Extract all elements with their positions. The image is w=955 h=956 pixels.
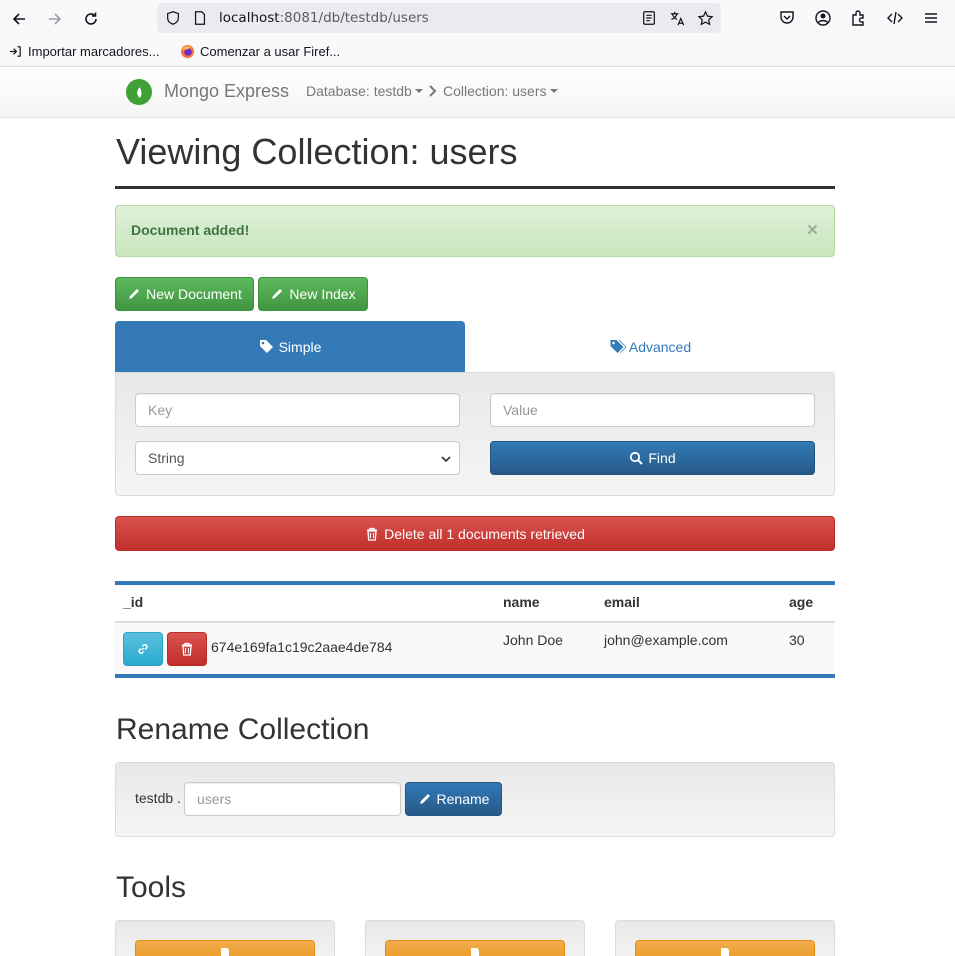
rename-db-prefix: testdb .: [135, 790, 181, 806]
table-top-border: [115, 581, 835, 585]
title-divider: [115, 186, 835, 189]
import-icon: [9, 46, 21, 57]
new-document-button[interactable]: New Document: [115, 277, 254, 311]
menu-icon[interactable]: [921, 8, 941, 28]
pocket-icon[interactable]: [777, 8, 797, 28]
bookmarks-bar: Importar marcadores... Comenzar a usar F…: [0, 37, 955, 67]
trash-icon: [367, 527, 378, 541]
cell-name[interactable]: John Doe: [503, 632, 563, 648]
devtools-icon[interactable]: [885, 8, 905, 28]
caret-down-icon: [549, 89, 558, 93]
column-header-name[interactable]: name: [503, 594, 540, 610]
tag-icon: [259, 340, 273, 353]
rename-input[interactable]: [184, 782, 401, 816]
close-icon[interactable]: ×: [807, 221, 818, 240]
shield-icon[interactable]: [164, 9, 182, 27]
column-header-id[interactable]: _id: [123, 594, 143, 610]
rename-section-title: Rename Collection: [116, 713, 370, 746]
column-header-age[interactable]: age: [789, 594, 813, 610]
alert-message: Document added!: [131, 222, 250, 238]
bookmark-import[interactable]: Importar marcadores...: [8, 44, 160, 59]
find-button[interactable]: Find: [490, 441, 815, 475]
back-arrow-icon: [12, 13, 25, 25]
tool-button[interactable]: [385, 940, 565, 956]
pencil-icon: [419, 794, 430, 804]
search-panel: [115, 372, 835, 496]
firefox-icon: [180, 44, 195, 59]
cell-id[interactable]: 674e169fa1c19c2aae4de784: [211, 639, 392, 655]
back-button[interactable]: [6, 6, 32, 32]
caret-down-icon: [414, 89, 423, 93]
tools-section-title: Tools: [116, 871, 187, 904]
column-header-email[interactable]: email: [604, 594, 640, 610]
extensions-icon[interactable]: [849, 8, 869, 28]
bookmark-star-icon[interactable]: [696, 9, 714, 27]
cell-email[interactable]: john@example.com: [604, 632, 728, 648]
tab-advanced[interactable]: Advanced: [465, 321, 835, 372]
tab-simple[interactable]: Simple: [115, 321, 465, 372]
browser-toolbar: localhost:8081/db/testdb/users: [0, 0, 955, 37]
forward-arrow-icon: [49, 13, 62, 25]
link-icon: [138, 644, 148, 654]
brand-title[interactable]: Mongo Express: [164, 81, 289, 102]
file-export-icon: [221, 948, 229, 956]
pencil-icon: [129, 289, 140, 299]
type-select[interactable]: String: [135, 441, 460, 475]
database-dropdown[interactable]: Database: testdb: [306, 83, 423, 99]
file-export-icon: [471, 948, 479, 956]
table-bottom-border: [115, 674, 835, 678]
rename-button[interactable]: Rename: [405, 782, 502, 816]
tool-button[interactable]: [635, 940, 815, 956]
value-input[interactable]: [490, 393, 815, 427]
account-icon[interactable]: [813, 8, 833, 28]
url-bar[interactable]: localhost:8081/db/testdb/users: [157, 3, 721, 33]
pencil-icon: [272, 289, 283, 299]
reload-button[interactable]: [78, 6, 104, 32]
chevron-down-icon: [441, 456, 451, 463]
trash-icon: [182, 642, 192, 656]
view-document-button[interactable]: [123, 632, 163, 666]
chevron-right-icon: [429, 85, 437, 97]
cell-age[interactable]: 30: [789, 632, 805, 648]
collection-dropdown[interactable]: Collection: users: [443, 83, 558, 99]
delete-document-button[interactable]: [167, 632, 207, 666]
bookmark-firefox[interactable]: Comenzar a usar Firef...: [180, 44, 340, 59]
reader-view-icon[interactable]: [640, 9, 658, 27]
mongo-leaf-icon[interactable]: [126, 79, 152, 105]
page-info-icon[interactable]: [191, 9, 209, 27]
url-text[interactable]: localhost:8081/db/testdb/users: [219, 10, 429, 26]
new-index-button[interactable]: New Index: [258, 277, 368, 311]
forward-button[interactable]: [42, 6, 68, 32]
key-input[interactable]: [135, 393, 460, 427]
delete-all-button[interactable]: Delete all 1 documents retrieved: [115, 516, 835, 551]
file-export-icon: [721, 948, 729, 956]
tool-button[interactable]: [135, 940, 315, 956]
search-icon: [630, 451, 644, 465]
tags-icon: [610, 340, 627, 353]
reload-icon: [85, 12, 97, 25]
page-title: Viewing Collection: users: [116, 131, 518, 172]
translate-icon[interactable]: [668, 9, 686, 27]
success-alert: Document added! ×: [115, 205, 835, 257]
